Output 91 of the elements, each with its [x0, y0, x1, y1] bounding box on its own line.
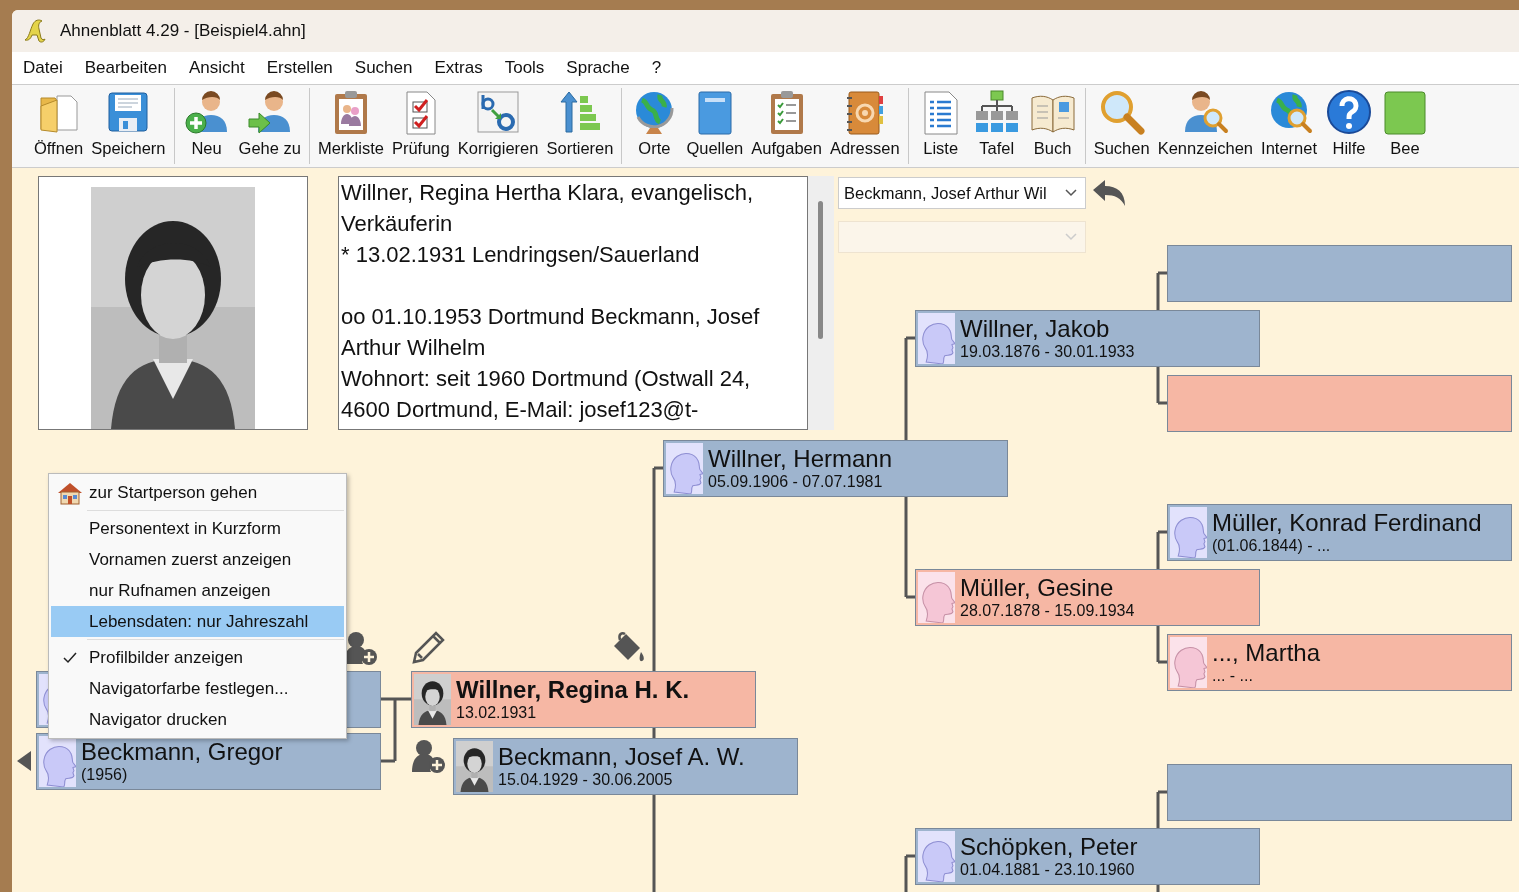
person-card[interactable]: Willner, Hermann 05.09.1906 - 07.07.1981: [663, 440, 1008, 497]
toolbar-button[interactable]: Prüfung: [389, 88, 452, 164]
menu-item[interactable]: Vornamen zuerst anzeigen: [51, 544, 344, 575]
person-name: Willner, Jakob: [960, 316, 1111, 342]
window-title: Ahnenblatt 4.29 - [Beispiel4.ahn]: [60, 21, 306, 41]
toolbar-button[interactable]: Quellen: [684, 88, 746, 164]
silhouette-icon: [1170, 637, 1207, 688]
connector-line: [904, 854, 917, 892]
text-line: * 13.02.1931 Lendringsen/Sauerland: [341, 241, 701, 269]
person-dates: (01.06.1844) - ...: [1212, 536, 1332, 555]
person-name: Beckmann, Josef A. W.: [498, 744, 745, 770]
person-name: Beckmann, Gregor: [81, 739, 283, 765]
text-line: 4600 Dortmund, E-Mail: josef123@t-: [341, 396, 700, 424]
text-line: Verkäuferin: [341, 210, 454, 238]
menu-item[interactable]: Navigator drucken: [51, 704, 344, 735]
text-line: Wohnort: seit 1960 Dortmund (Ostwall 24,: [341, 365, 752, 393]
person-dates: 19.03.1876 - 30.01.1933: [960, 342, 1135, 361]
silhouette-icon: [918, 572, 955, 623]
person-name: Willner, Regina H. K.: [456, 677, 690, 703]
person-dates: (1956): [81, 765, 129, 784]
silhouette-icon: [666, 443, 703, 494]
person-card[interactable]: ..., Martha ... - ...: [1167, 634, 1512, 691]
silhouette-icon: [1170, 507, 1207, 558]
menu-item[interactable]: Sprache: [555, 58, 641, 78]
person-card[interactable]: Beckmann, Gregor (1956): [36, 733, 381, 790]
menu-item[interactable]: nur Rufnamen anzeigen: [51, 575, 344, 606]
menu-item[interactable]: Ansicht: [177, 58, 256, 78]
toolbar-button[interactable]: Suchen: [1091, 88, 1152, 164]
scrollbar[interactable]: [808, 176, 834, 430]
person-dates: 15.04.1929 - 30.06.2005: [498, 770, 674, 789]
menu-item[interactable]: Datei: [12, 58, 74, 78]
person-card[interactable]: Müller, Gesine 28.07.1878 - 15.09.1934: [915, 569, 1260, 626]
person-dates: ... - ...: [1212, 666, 1254, 685]
toolbar-button[interactable]: Orte: [628, 88, 681, 164]
text-line: Arthur Wilhelm: [341, 334, 487, 362]
toolbar-button[interactable]: Korrigieren: [455, 88, 541, 164]
toolbar-button[interactable]: Kennzeichen: [1155, 88, 1256, 164]
toolbar-button[interactable]: Sortieren: [544, 88, 616, 164]
person-name: ..., Martha: [1212, 640, 1321, 666]
text-line: oo 01.10.1953 Dortmund Beckmann, Josef: [341, 303, 761, 331]
toolbar-button[interactable]: Hilfe: [1323, 88, 1375, 164]
app-logo-icon: [22, 18, 48, 44]
add-person-icon[interactable]: [410, 738, 446, 774]
menu-item[interactable]: Tools: [493, 58, 556, 78]
menu-item[interactable]: Profilbilder anzeigen: [51, 642, 344, 673]
menu-item[interactable]: Personentext in Kurzform: [51, 513, 344, 544]
menu-item[interactable]: Lebensdaten: nur Jahreszahl: [51, 606, 344, 637]
menu-item[interactable]: ?: [640, 58, 673, 78]
toolbar-button[interactable]: Liste: [914, 88, 967, 164]
toolbar-button[interactable]: Tafel: [970, 88, 1023, 164]
menu-item[interactable]: Navigatorfarbe festlegen...: [51, 673, 344, 704]
house-icon: [57, 480, 83, 505]
menu-item[interactable]: Bearbeiten: [73, 58, 178, 78]
menu-item[interactable]: zur Startperson gehen: [51, 477, 344, 508]
toolbar-button[interactable]: Aufgaben: [749, 88, 824, 164]
toolbar-button[interactable]: Gehe zu: [236, 88, 303, 164]
person-dates: 05.09.1906 - 07.07.1981: [708, 472, 884, 491]
menu-item[interactable]: Suchen: [343, 58, 424, 78]
person-card[interactable]: Schöpken, Peter 01.04.1881 - 23.10.1960: [915, 828, 1260, 885]
person-dates: 13.02.1931: [456, 703, 538, 722]
person-name: Müller, Konrad Ferdinand: [1212, 510, 1482, 536]
toolbar-button[interactable]: Speichern: [89, 88, 168, 164]
toolbar-button[interactable]: Öffnen: [32, 88, 86, 164]
chevron-down-icon: [1065, 233, 1077, 241]
person-dates: 01.04.1881 - 23.10.1960: [960, 860, 1136, 879]
toolbar-button[interactable]: Internet: [1259, 88, 1319, 164]
help-icon: [1325, 88, 1373, 136]
person-card[interactable]: Willner, Jakob 19.03.1876 - 30.01.1933: [915, 310, 1260, 367]
chevron-down-icon: [1065, 189, 1077, 197]
person-card[interactable]: Beckmann, Josef A. W. 15.04.1929 - 30.06.2005: [453, 738, 798, 795]
silhouette-icon: [918, 831, 955, 882]
toolbar-button[interactable]: Adressen: [827, 88, 902, 164]
person-card[interactable]: Willner, Regina H. K. 13.02.1931: [411, 671, 756, 728]
person-card[interactable]: Müller, Konrad Ferdinand (01.06.1844) - ...: [1167, 504, 1512, 561]
toolbar-button[interactable]: Merkliste: [315, 88, 386, 164]
menu-item[interactable]: Extras: [423, 58, 494, 78]
toolbar-button[interactable]: Buch: [1026, 88, 1079, 164]
silhouette-icon: [39, 736, 76, 787]
silhouette-icon: [918, 313, 955, 364]
person-name: Müller, Gesine: [960, 575, 1115, 601]
text-line: Willner, Regina Hertha Klara, evangelisch,: [341, 179, 755, 207]
person-name: Schöpken, Peter: [960, 834, 1138, 860]
person-dates: 28.07.1878 - 15.09.1934: [960, 601, 1135, 620]
pencil-icon[interactable]: [410, 630, 446, 666]
toolbar-button[interactable]: Bee: [1379, 88, 1431, 164]
menu-item[interactable]: Erstellen: [255, 58, 344, 78]
person-dropdown[interactable]: Beckmann, Josef Arthur Wil: [838, 177, 1086, 209]
arrow-left-icon[interactable]: [17, 751, 31, 771]
toolbar-button[interactable]: Neu: [180, 88, 233, 164]
person-name: Willner, Hermann: [708, 446, 893, 472]
checkmark-icon: [63, 651, 77, 664]
